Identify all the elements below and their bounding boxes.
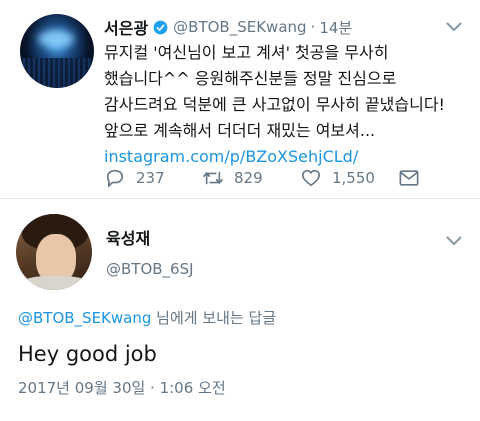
tweet-actions: 237 829 1,550 [104, 166, 430, 190]
reply-author-avatar[interactable] [16, 214, 92, 290]
replying-to: @BTOB_SEKwang 님에게 보내는 답글 [18, 307, 276, 328]
reply-timestamp: 2017년 09월 30일 · 1:06 오전 [18, 379, 226, 397]
retweet-button[interactable]: 829 [202, 168, 300, 188]
tweet-text-line: 뮤지컬 '여신님이 보고 계셔' 첫공을 무사히 [104, 43, 389, 62]
tweet-text-line: 앞으로 계속해서 더더더 재밌는 여보셔... [104, 121, 376, 140]
reply-author-name[interactable]: 육성재 [106, 228, 194, 250]
reply-count: 237 [136, 169, 165, 187]
author-handle[interactable]: @BTOB_SEKwang [173, 18, 306, 36]
author-name[interactable]: 서은광 [104, 15, 148, 39]
replying-to-handle[interactable]: @BTOB_SEKwang [18, 309, 151, 327]
tweet-text-line: 했습니다^^ 응원해주신분들 정말 진심으로 [104, 69, 397, 88]
reply-button[interactable]: 237 [104, 168, 202, 188]
tweet-time[interactable]: 14분 [319, 17, 352, 38]
envelope-icon [399, 170, 419, 186]
reply-text: Hey good job [18, 342, 157, 366]
like-button[interactable]: 1,550 [300, 168, 398, 188]
retweet-count: 829 [234, 169, 263, 187]
divider [0, 198, 480, 199]
replying-to-label: 님에게 보내는 답글 [151, 309, 277, 327]
tweet-header: 서은광 @BTOB_SEKwang · 14분 [104, 14, 352, 40]
reply-icon [106, 169, 124, 187]
chevron-down-icon[interactable] [446, 22, 462, 32]
author-avatar[interactable] [20, 14, 94, 88]
direct-message-button[interactable] [398, 168, 430, 188]
reply-author-handle[interactable]: @BTOB_6SJ [106, 258, 194, 280]
like-count: 1,550 [332, 169, 375, 187]
verified-badge-icon [153, 20, 168, 34]
chevron-down-icon[interactable] [446, 236, 462, 246]
retweet-icon [203, 171, 223, 185]
tweet-text: 뮤지컬 '여신님이 보고 계셔' 첫공을 무사히 했습니다^^ 응원해주신분들 … [104, 40, 474, 170]
heart-icon [302, 169, 320, 187]
reply-header: 육성재 @BTOB_6SJ [106, 228, 194, 280]
time-separator: · [310, 18, 316, 36]
original-tweet[interactable]: 서은광 @BTOB_SEKwang · 14분 뮤지컬 '여신님이 보고 계셔'… [0, 0, 480, 196]
tweet-text-line: 감사드려요 덕분에 큰 사고없이 무사히 끝냈습니다! [104, 95, 445, 114]
